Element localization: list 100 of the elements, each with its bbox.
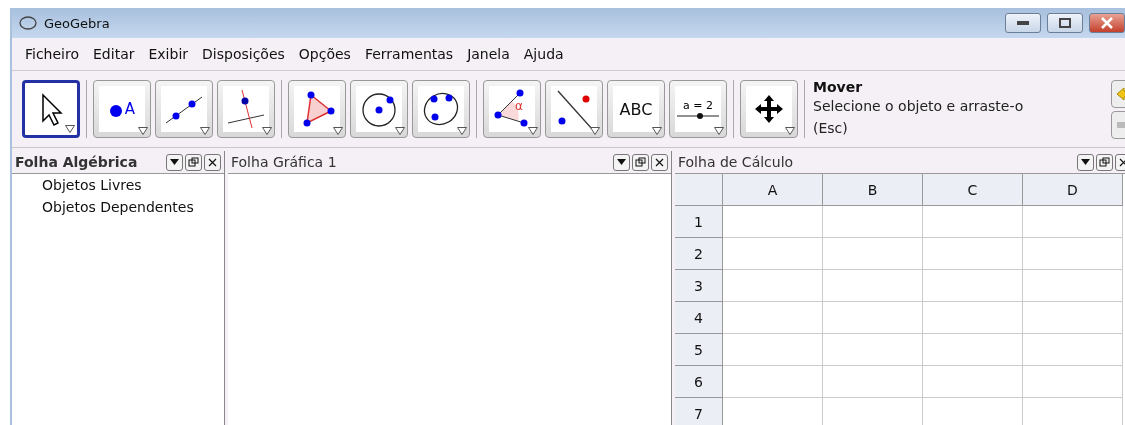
tool-button[interactable]: a = 2 bbox=[669, 80, 727, 138]
spreadsheet-cell[interactable] bbox=[923, 334, 1023, 366]
tool-button[interactable]: α bbox=[483, 80, 541, 138]
close-panel-button[interactable] bbox=[204, 153, 221, 171]
spreadsheet-cell[interactable] bbox=[923, 270, 1023, 302]
tree-item[interactable]: Objetos Livres bbox=[12, 174, 224, 196]
dropdown-icon bbox=[170, 159, 179, 165]
panel-title: Folha Gráfica 1 bbox=[231, 154, 338, 170]
spreadsheet-cell[interactable] bbox=[923, 302, 1023, 334]
panel-menu-button[interactable] bbox=[613, 153, 630, 171]
tool-button[interactable] bbox=[545, 80, 603, 138]
undock-icon bbox=[1099, 157, 1110, 167]
window-title: GeoGebra bbox=[44, 15, 111, 31]
spreadsheet-cell[interactable] bbox=[1023, 334, 1123, 366]
row-header[interactable]: 4 bbox=[675, 302, 723, 334]
spreadsheet-cell[interactable] bbox=[823, 302, 923, 334]
menu-item[interactable]: Disposições bbox=[195, 46, 292, 62]
maximize-icon bbox=[1059, 18, 1071, 28]
text-tool-label: ABC bbox=[619, 99, 653, 119]
spreadsheet-cell[interactable] bbox=[923, 206, 1023, 238]
row-header[interactable]: 3 bbox=[675, 270, 723, 302]
dropdown-icon bbox=[617, 159, 626, 165]
spreadsheet-cell[interactable] bbox=[823, 334, 923, 366]
spreadsheet-cell[interactable] bbox=[1023, 206, 1123, 238]
dropdown-triangle-icon bbox=[590, 127, 600, 135]
close-button[interactable] bbox=[1089, 13, 1125, 33]
row-header[interactable]: 1 bbox=[675, 206, 723, 238]
app-logo-icon bbox=[18, 15, 38, 31]
dropdown-triangle-icon bbox=[262, 127, 272, 135]
dropdown-triangle-icon bbox=[785, 127, 795, 135]
undock-button[interactable] bbox=[632, 153, 649, 171]
tool-help-text: Selecione o objeto e arraste-o bbox=[813, 97, 1025, 116]
menu-item[interactable]: Ajuda bbox=[516, 46, 571, 62]
spreadsheet-cell[interactable] bbox=[723, 270, 823, 302]
spreadsheet-cell[interactable] bbox=[923, 238, 1023, 270]
spreadsheet-cell[interactable] bbox=[723, 366, 823, 398]
close-icon bbox=[655, 157, 664, 167]
row-header[interactable]: 6 bbox=[675, 366, 723, 398]
tool-name: Mover bbox=[813, 79, 864, 95]
dropdown-triangle-icon bbox=[652, 127, 662, 135]
tool-shortcut: (Esc) bbox=[813, 119, 849, 138]
spreadsheet-cell[interactable] bbox=[823, 270, 923, 302]
dropdown-triangle-icon bbox=[65, 125, 75, 133]
undock-button[interactable] bbox=[185, 153, 202, 171]
menu-item[interactable]: Ferramentas bbox=[357, 46, 461, 62]
spreadsheet-cell[interactable] bbox=[1023, 238, 1123, 270]
spreadsheet-cell[interactable] bbox=[723, 206, 823, 238]
tree-item[interactable]: Objetos Dependentes bbox=[12, 196, 224, 218]
undock-icon bbox=[188, 157, 199, 167]
close-panel-button[interactable] bbox=[651, 153, 668, 171]
spreadsheet-cell[interactable] bbox=[823, 206, 923, 238]
menu-item[interactable]: Editar bbox=[86, 46, 142, 62]
tool-button[interactable] bbox=[288, 80, 346, 138]
dropdown-triangle-icon bbox=[138, 127, 148, 135]
tool-button[interactable] bbox=[155, 80, 213, 138]
column-header[interactable]: B bbox=[823, 174, 923, 206]
minimize-button[interactable] bbox=[1005, 13, 1041, 33]
column-header[interactable]: D bbox=[1023, 174, 1123, 206]
menu-item[interactable]: Ficheiro bbox=[18, 46, 86, 62]
dropdown-triangle-icon bbox=[395, 127, 405, 135]
dropdown-triangle-icon bbox=[528, 127, 538, 135]
column-header[interactable]: C bbox=[923, 174, 1023, 206]
spreadsheet-cell[interactable] bbox=[723, 302, 823, 334]
slider-label: a = 2 bbox=[683, 98, 713, 112]
perpendicular-line-icon bbox=[226, 89, 266, 129]
point-icon bbox=[108, 104, 123, 118]
row-header[interactable]: 5 bbox=[675, 334, 723, 366]
row-header[interactable]: 2 bbox=[675, 238, 723, 270]
tool-button[interactable]: ABC bbox=[607, 80, 665, 138]
close-icon bbox=[1101, 17, 1113, 29]
spreadsheet-cell[interactable] bbox=[1023, 270, 1123, 302]
spreadsheet-cell[interactable] bbox=[823, 238, 923, 270]
dropdown-triangle-icon bbox=[333, 127, 343, 135]
spreadsheet-cell[interactable] bbox=[1023, 302, 1123, 334]
panel-menu-button[interactable] bbox=[166, 153, 183, 171]
column-header[interactable]: A bbox=[723, 174, 823, 206]
maximize-button[interactable] bbox=[1047, 13, 1083, 33]
tool-button[interactable] bbox=[22, 80, 80, 138]
panel-title: Folha de Cálculo bbox=[678, 154, 795, 170]
spreadsheet-cell[interactable] bbox=[1023, 366, 1123, 398]
close-icon bbox=[1119, 157, 1125, 167]
undock-button[interactable] bbox=[1096, 153, 1113, 171]
spreadsheet-cell[interactable] bbox=[723, 334, 823, 366]
close-icon bbox=[208, 157, 217, 167]
dropdown-triangle-icon bbox=[200, 127, 210, 135]
tool-button[interactable]: A bbox=[93, 80, 151, 138]
row-header[interactable]: 7 bbox=[675, 398, 723, 425]
menu-item[interactable]: Exibir bbox=[141, 46, 196, 62]
tool-button[interactable] bbox=[350, 80, 408, 138]
menu-item[interactable]: Opções bbox=[291, 46, 358, 62]
spreadsheet-cell[interactable] bbox=[723, 238, 823, 270]
tool-button[interactable] bbox=[412, 80, 470, 138]
spreadsheet-cell[interactable] bbox=[823, 366, 923, 398]
undock-icon bbox=[635, 157, 646, 167]
point-label: A bbox=[124, 100, 136, 118]
menu-item[interactable]: Janela bbox=[460, 46, 517, 62]
dropdown-triangle-icon bbox=[457, 127, 467, 135]
panel-menu-button[interactable] bbox=[1077, 153, 1094, 171]
spreadsheet-cell[interactable] bbox=[923, 366, 1023, 398]
tool-button[interactable] bbox=[740, 80, 798, 138]
